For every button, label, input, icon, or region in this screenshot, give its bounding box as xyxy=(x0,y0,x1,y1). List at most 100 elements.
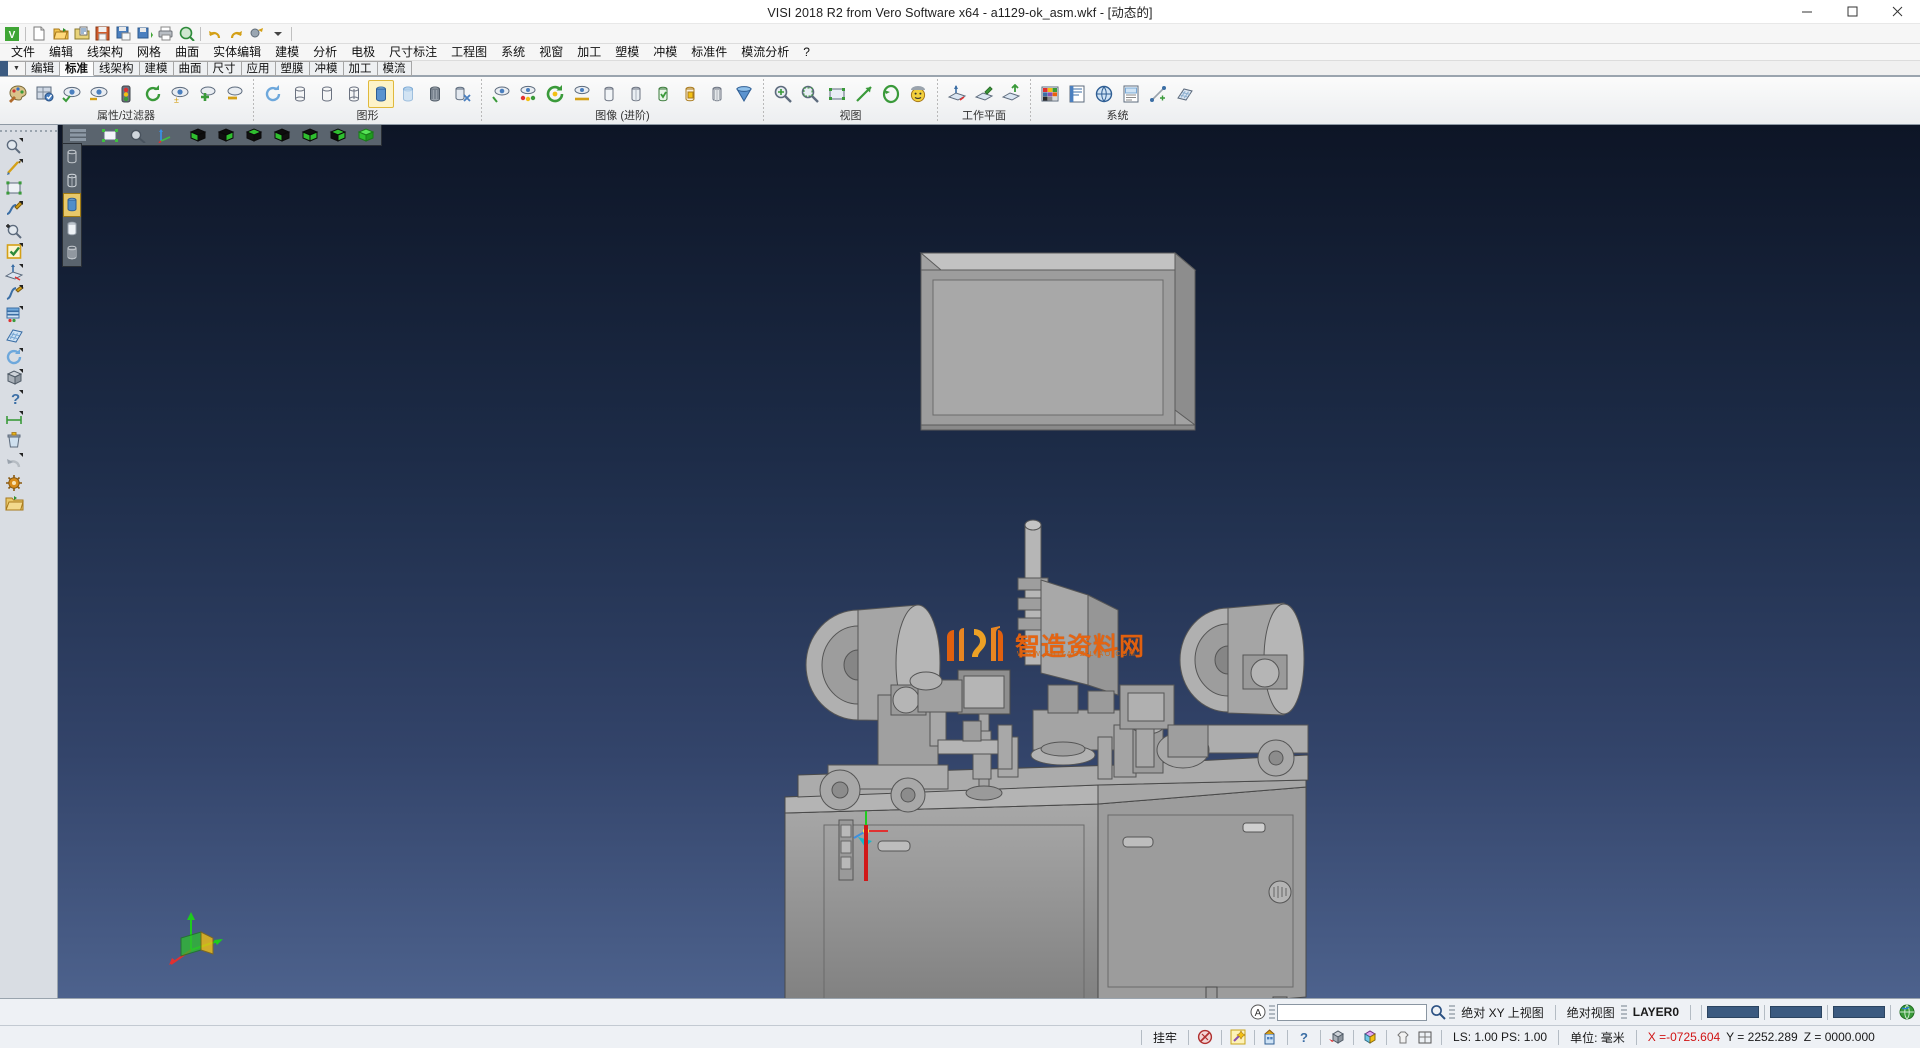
tab-xianjiagou[interactable]: 线架构 xyxy=(94,61,140,76)
solid-transparent-icon[interactable] xyxy=(395,80,421,108)
box-pick-icon[interactable] xyxy=(1359,1028,1381,1047)
layer-list-icon[interactable] xyxy=(1064,80,1090,108)
print-icon[interactable] xyxy=(156,25,175,43)
wireframe-cylinder-3-icon[interactable] xyxy=(341,80,367,108)
menu-item-11[interactable]: 系统 xyxy=(494,44,532,61)
window-pick-icon[interactable] xyxy=(1414,1028,1436,1047)
menu-item-15[interactable]: 冲模 xyxy=(646,44,684,61)
magnifier-icon[interactable] xyxy=(1427,1003,1449,1022)
refresh-icon[interactable] xyxy=(0,346,29,367)
tab-yingyong[interactable]: 应用 xyxy=(242,61,276,76)
floating-panel-part[interactable] xyxy=(921,253,1195,430)
open-folder-icon[interactable] xyxy=(51,25,70,43)
open-project-icon[interactable] xyxy=(72,25,91,43)
magic-wand-icon[interactable] xyxy=(1227,1028,1249,1047)
section-render-icon[interactable] xyxy=(569,80,595,108)
grid-plane-icon[interactable] xyxy=(0,325,29,346)
multi-light-icon[interactable] xyxy=(515,80,541,108)
window-close-button[interactable] xyxy=(1875,0,1920,24)
rotate-view-icon[interactable] xyxy=(878,80,904,108)
tab-moliu[interactable]: 模流 xyxy=(378,61,412,76)
zoom-add-icon[interactable] xyxy=(0,220,29,241)
building-snap-icon[interactable] xyxy=(1260,1028,1282,1047)
cylinder-orange-icon[interactable] xyxy=(677,80,703,108)
pan-icon[interactable] xyxy=(851,80,877,108)
grid-settings-icon[interactable] xyxy=(1172,80,1198,108)
dynamic-view-icon[interactable] xyxy=(488,80,514,108)
workplane-axis-icon[interactable] xyxy=(0,262,29,283)
solid-cube-icon[interactable] xyxy=(0,367,29,388)
toggle-visibility-icon[interactable]: ± xyxy=(167,80,193,108)
zoom-tool-icon[interactable] xyxy=(0,136,29,157)
hide-entities-icon[interactable] xyxy=(86,80,112,108)
workplane-edit-icon[interactable] xyxy=(971,80,997,108)
dimension-icon[interactable] xyxy=(0,409,29,430)
tab-chicun[interactable]: 尺寸 xyxy=(208,61,242,76)
globe-icon[interactable] xyxy=(1896,1003,1918,1022)
tab-chongmo[interactable]: 冲模 xyxy=(310,61,344,76)
tab-sumo[interactable]: 塑膜 xyxy=(276,61,310,76)
settings-gear-icon[interactable] xyxy=(0,472,29,493)
cylinder-grey-icon[interactable] xyxy=(704,80,730,108)
zoom-window-icon[interactable] xyxy=(797,80,823,108)
workplane-create-icon[interactable] xyxy=(944,80,970,108)
menu-item-17[interactable]: 模流分析 xyxy=(734,44,796,61)
tab-jianmo[interactable]: 建模 xyxy=(140,61,174,76)
chevron-down-icon[interactable] xyxy=(268,25,287,43)
save-all-icon[interactable] xyxy=(135,25,154,43)
solid-pick-icon[interactable] xyxy=(1326,1028,1348,1047)
menu-item-3[interactable]: 网格 xyxy=(130,44,168,61)
wireframe-cylinder-1-icon[interactable] xyxy=(287,80,313,108)
cone-blue-icon[interactable] xyxy=(731,80,757,108)
new-file-icon[interactable] xyxy=(30,25,49,43)
layer-field[interactable]: LAYER0 xyxy=(1627,1003,1685,1022)
undo-icon[interactable] xyxy=(205,25,224,43)
zoom-in-icon[interactable] xyxy=(770,80,796,108)
undo-arrow-icon[interactable] xyxy=(0,451,29,472)
rotate-render-icon[interactable] xyxy=(542,80,568,108)
layers-color-icon[interactable] xyxy=(0,304,29,325)
workplane-align-icon[interactable] xyxy=(998,80,1024,108)
menu-item-0[interactable]: 文件 xyxy=(4,44,42,61)
graphic-settings-icon[interactable] xyxy=(449,80,475,108)
draw-line-icon[interactable] xyxy=(0,157,29,178)
menu-item-2[interactable]: 线架构 xyxy=(80,44,130,61)
menu-item-12[interactable]: 视窗 xyxy=(532,44,570,61)
menu-item-4[interactable]: 曲面 xyxy=(168,44,206,61)
layer-manager-icon[interactable] xyxy=(32,80,58,108)
help-question-icon[interactable]: ? xyxy=(0,388,29,409)
model-assembly[interactable] xyxy=(58,125,1919,998)
menu-item-10[interactable]: 工程图 xyxy=(444,44,494,61)
smiley-view-icon[interactable] xyxy=(905,80,931,108)
cylinder-a-icon[interactable] xyxy=(596,80,622,108)
menu-item-6[interactable]: 建模 xyxy=(268,44,306,61)
view-mode-field[interactable]: 绝对 XY 上视图 xyxy=(1455,1003,1549,1022)
remove-visible-icon[interactable] xyxy=(221,80,247,108)
no-snap-icon[interactable] xyxy=(1194,1028,1216,1047)
show-entities-icon[interactable] xyxy=(59,80,85,108)
tabstrip-dropdown[interactable]: ▼ xyxy=(8,61,26,76)
menu-item-16[interactable]: 标准件 xyxy=(684,44,734,61)
zoom-fit-icon[interactable] xyxy=(824,80,850,108)
search-input[interactable] xyxy=(1277,1004,1427,1021)
base-cabinet-part[interactable] xyxy=(783,775,1306,998)
rail-drag-handle[interactable] xyxy=(0,127,57,136)
save-as-icon[interactable] xyxy=(114,25,133,43)
menu-item-5[interactable]: 实体编辑 xyxy=(206,44,268,61)
menu-item-9[interactable]: 尺寸标注 xyxy=(382,44,444,61)
add-visible-icon[interactable] xyxy=(194,80,220,108)
menu-item-1[interactable]: 编辑 xyxy=(42,44,80,61)
color-palette-icon[interactable] xyxy=(5,80,31,108)
delete-trash-icon[interactable] xyxy=(0,430,29,451)
global-settings-icon[interactable] xyxy=(1091,80,1117,108)
edit-curve-icon[interactable] xyxy=(0,199,29,220)
tab-qumian[interactable]: 曲面 xyxy=(174,61,208,76)
menu-item-help[interactable]: ? xyxy=(796,44,817,61)
edit-entity-icon[interactable] xyxy=(0,283,29,304)
menu-item-14[interactable]: 塑模 xyxy=(608,44,646,61)
color-swatch-3[interactable] xyxy=(1833,1006,1885,1018)
menu-item-7[interactable]: 分析 xyxy=(306,44,344,61)
color-table-icon[interactable] xyxy=(1037,80,1063,108)
tab-biaozhun[interactable]: 标准 xyxy=(60,61,94,76)
window-maximize-button[interactable] xyxy=(1830,0,1875,24)
